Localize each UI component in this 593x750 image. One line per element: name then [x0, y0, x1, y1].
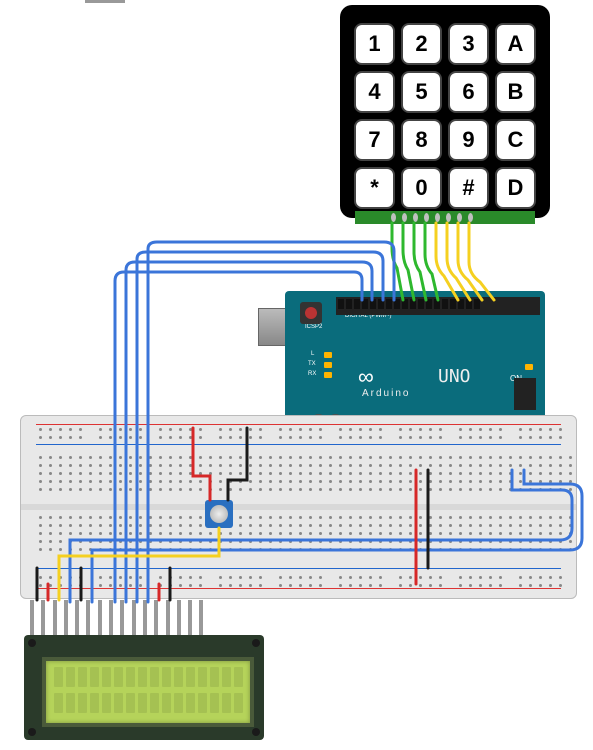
key-6[interactable]: 6 [448, 71, 489, 113]
bb-top-neg-rail [36, 444, 561, 445]
key-d[interactable]: D [495, 167, 536, 209]
circuit-diagram: 1 2 3 A 4 5 6 B 7 8 9 C * 0 # D DIGITAL … [0, 0, 593, 750]
arduino-rx-label: RX [308, 371, 316, 377]
key-8[interactable]: 8 [401, 119, 442, 161]
key-5[interactable]: 5 [401, 71, 442, 113]
lcd-mount-hole [28, 639, 36, 647]
arduino-digital-header [336, 297, 540, 315]
arduino-reset-button[interactable] [300, 302, 322, 324]
arduino-infinity-icon: ∞ [358, 364, 374, 390]
key-b[interactable]: B [495, 71, 536, 113]
keypad-connector [355, 211, 535, 224]
key-hash[interactable]: # [448, 167, 489, 209]
arduino-sublabel: Arduino [362, 388, 410, 399]
arduino-l-label: L [311, 351, 314, 357]
breadboard [20, 415, 577, 599]
key-3[interactable]: 3 [448, 23, 489, 65]
key-1[interactable]: 1 [354, 23, 395, 65]
wire-keypad-row4 [425, 223, 438, 300]
arduino-icsp-header [514, 378, 536, 410]
bb-bot-pos-rail [36, 588, 561, 589]
lcd-mount-hole [252, 728, 260, 736]
keypad-4x4: 1 2 3 A 4 5 6 B 7 8 9 C * 0 # D [340, 5, 550, 218]
lcd-row-2 [54, 693, 243, 713]
lcd-screen [42, 657, 254, 727]
key-7[interactable]: 7 [354, 119, 395, 161]
arduino-led-rx [324, 372, 332, 378]
lcd-mount-hole [28, 728, 36, 736]
arduino-icsp-label: ICSP2 [305, 324, 322, 330]
key-9[interactable]: 9 [448, 119, 489, 161]
bb-bot-neg-rail [36, 568, 561, 569]
wire-keypad-col4 [469, 223, 494, 300]
bb-center-gap [21, 504, 576, 510]
keypad-grid: 1 2 3 A 4 5 6 B 7 8 9 C * 0 # D [340, 13, 550, 219]
arduino-model: UNO [438, 366, 471, 387]
lcd-16x2-module [24, 635, 264, 740]
key-4[interactable]: 4 [354, 71, 395, 113]
key-2[interactable]: 2 [401, 23, 442, 65]
wire-keypad-row1 [392, 223, 403, 300]
keypad-tab [85, 0, 125, 3]
lcd-pin-header [30, 600, 203, 635]
arduino-led-on [525, 364, 533, 370]
lcd-row-1 [54, 667, 243, 687]
bb-top-pos-rail [36, 424, 561, 425]
lcd-mount-hole [252, 639, 260, 647]
key-c[interactable]: C [495, 119, 536, 161]
key-0[interactable]: 0 [401, 167, 442, 209]
arduino-led-l [324, 352, 332, 358]
wire-keypad-col1 [436, 223, 458, 300]
potentiometer[interactable] [205, 500, 233, 528]
potentiometer-knob[interactable] [210, 505, 228, 523]
wire-keypad-col3 [458, 223, 482, 300]
key-star[interactable]: * [354, 167, 395, 209]
wire-keypad-row3 [414, 223, 426, 300]
key-a[interactable]: A [495, 23, 536, 65]
wire-keypad-col2 [447, 223, 470, 300]
arduino-tx-label: TX [308, 361, 316, 367]
arduino-led-tx [324, 362, 332, 368]
wire-keypad-row2 [403, 223, 414, 300]
